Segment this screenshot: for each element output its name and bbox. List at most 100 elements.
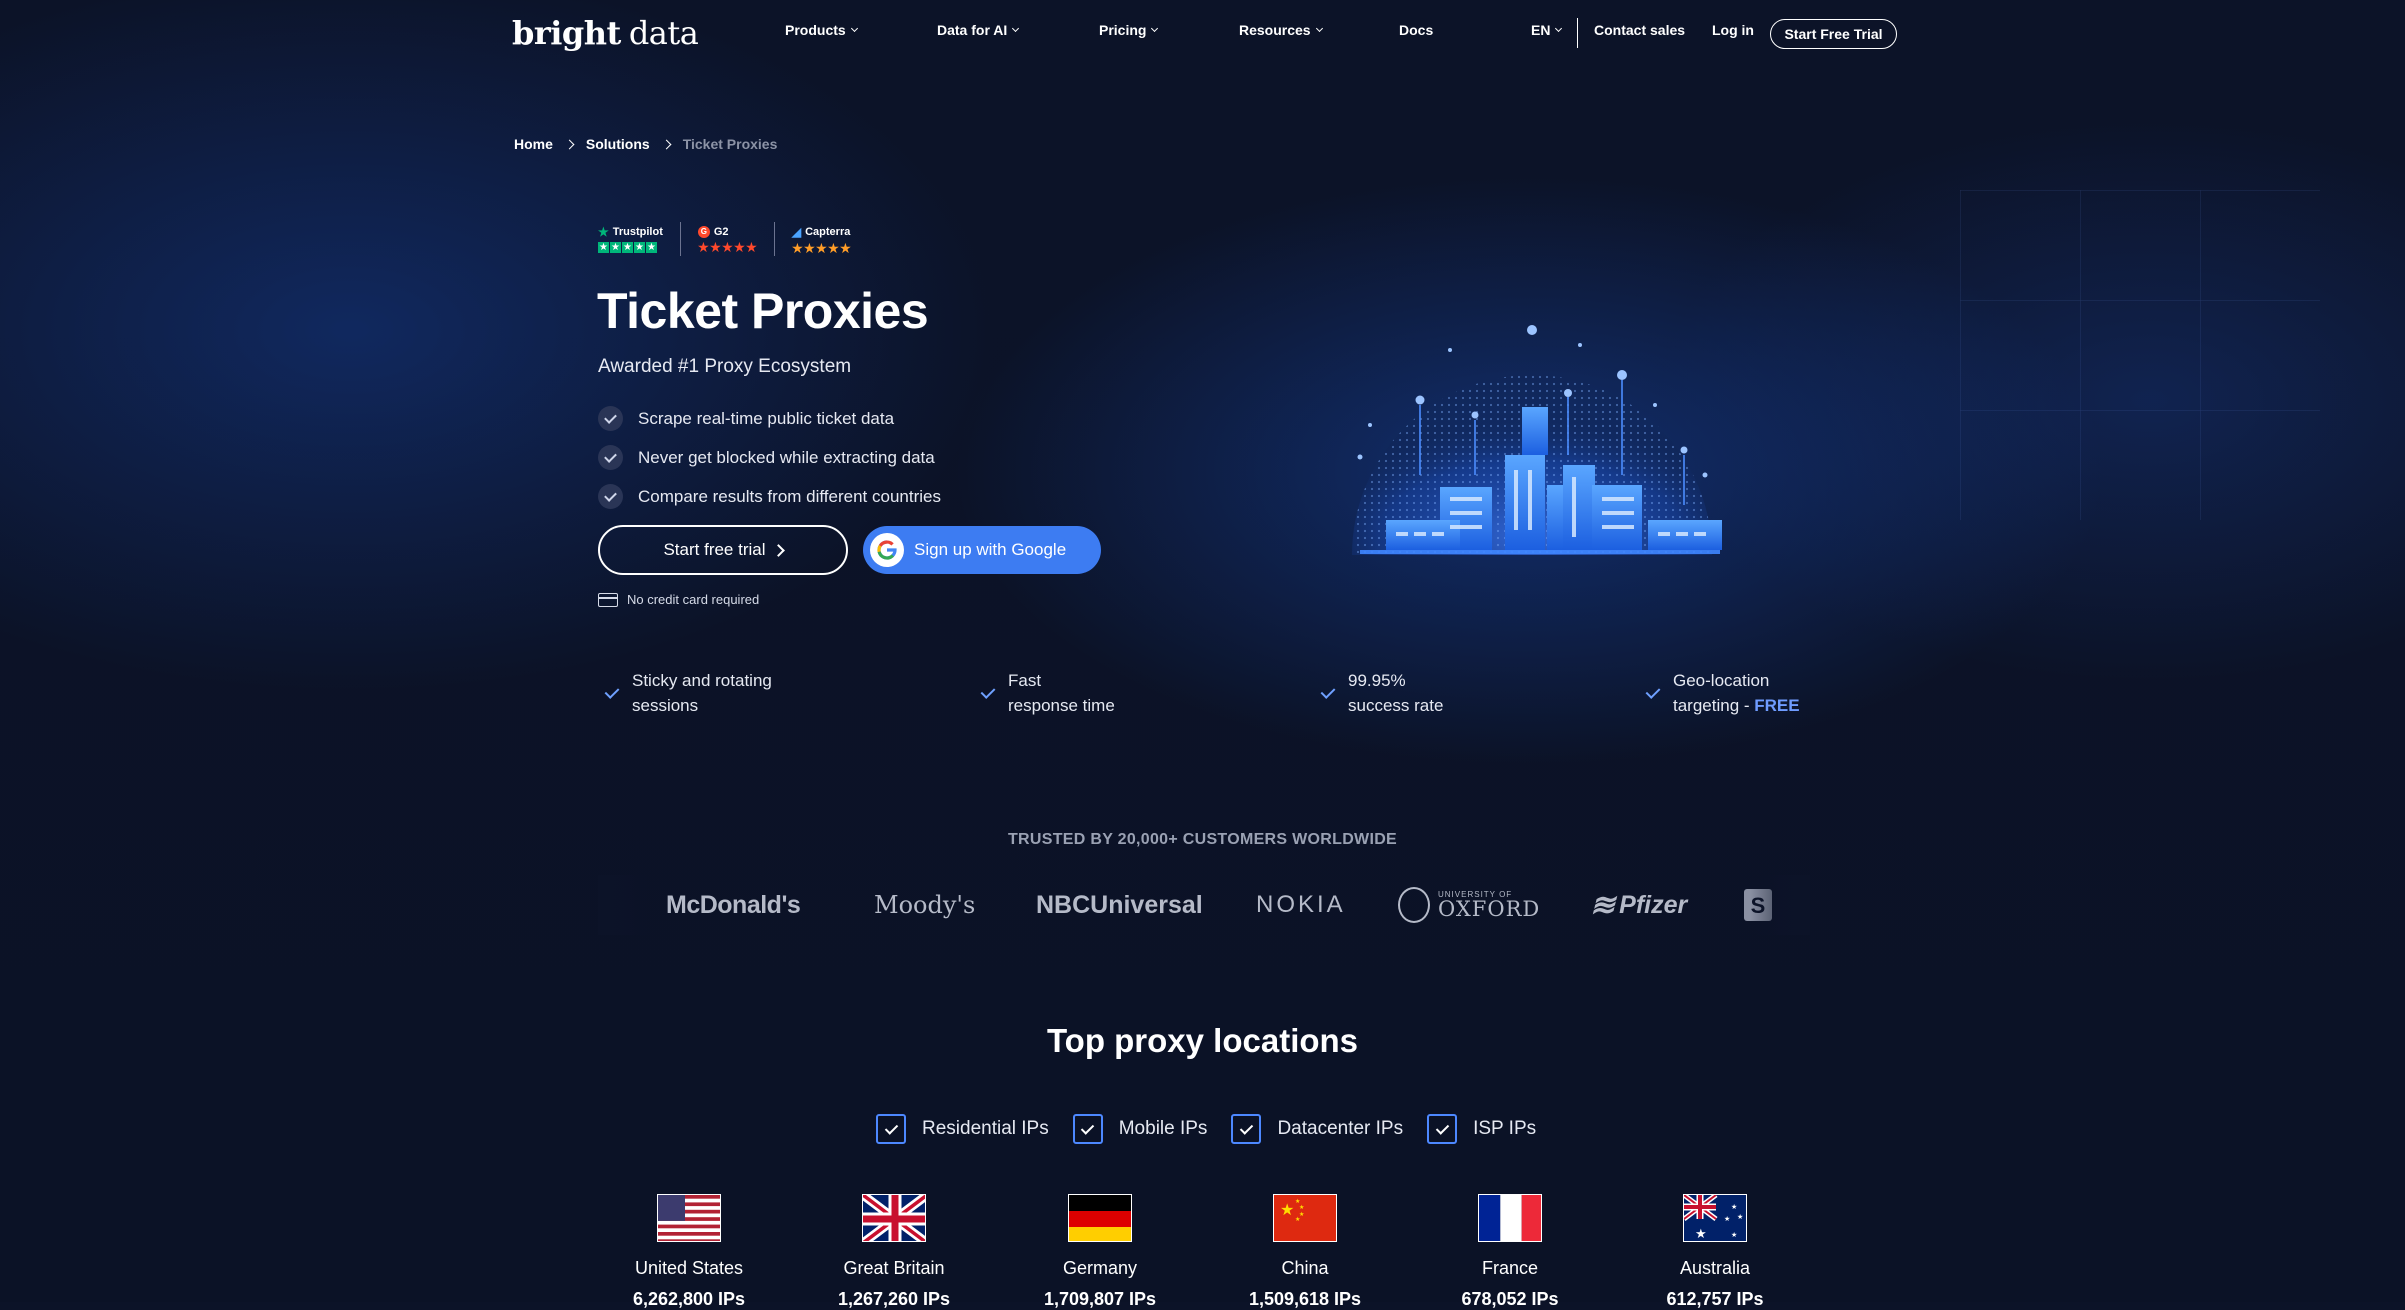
oxford-crest-icon xyxy=(1398,887,1430,923)
login-link[interactable]: Log in xyxy=(1712,22,1754,38)
benefit-item: 99.95% success rate xyxy=(1320,668,1444,718)
benefit-item: Sticky and rotating sessions xyxy=(604,668,772,718)
benefit-line1: Geo-location xyxy=(1673,671,1770,690)
contact-sales-link[interactable]: Contact sales xyxy=(1594,22,1685,38)
feature-item: Compare results from different countries xyxy=(598,477,941,516)
filter-mobile[interactable]: Mobile IPs xyxy=(1072,1114,1208,1144)
grid-decoration xyxy=(1960,190,2320,520)
svg-text:★: ★ xyxy=(1695,1227,1707,1242)
svg-text:★: ★ xyxy=(1731,1203,1737,1211)
country-card-gb[interactable]: Great Britain 1,267,260 IPs xyxy=(814,1194,974,1310)
top-locations-heading: Top proxy locations xyxy=(1046,1022,1359,1059)
start-free-trial-button[interactable]: Start Free Trial xyxy=(1770,19,1897,49)
no-card-text: No credit card required xyxy=(627,592,760,607)
svg-text:★: ★ xyxy=(1295,1216,1300,1223)
trustpilot-star-icon: ★ xyxy=(598,225,609,239)
capterra-stars: ★ ★ ★ ★ ★ xyxy=(791,239,852,256)
country-card-de[interactable]: Germany 1,709,807 IPs xyxy=(1020,1194,1180,1310)
nbcuniversal-logo: NBCUniversal xyxy=(1036,890,1203,919)
nav-data-for-ai[interactable]: Data for AI xyxy=(937,22,1020,38)
capterra-logo-icon: ◢ xyxy=(791,225,802,239)
nav-resources[interactable]: Resources xyxy=(1239,22,1323,38)
country-name: United States xyxy=(634,1258,744,1278)
logo-fade-right xyxy=(1750,875,1810,935)
filter-label: Mobile IPs xyxy=(1118,1118,1208,1139)
page-title: Ticket Proxies xyxy=(597,283,929,339)
chevron-down-icon xyxy=(1315,24,1323,32)
checkbox-checked-icon[interactable] xyxy=(876,1114,906,1144)
checkbox-checked-icon[interactable] xyxy=(1072,1114,1103,1144)
svg-text:★: ★ xyxy=(1737,1213,1743,1221)
language-selector[interactable]: EN xyxy=(1531,22,1563,38)
g2-rating[interactable]: G G2 ★ ★ ★ ★ ★ xyxy=(697,226,758,255)
filter-datacenter[interactable]: Datacenter IPs xyxy=(1231,1114,1403,1144)
filter-label: Datacenter IPs xyxy=(1277,1118,1404,1139)
chevron-down-icon xyxy=(850,24,858,32)
nav-resources-label: Resources xyxy=(1239,22,1311,38)
checkbox-checked-icon[interactable] xyxy=(1231,1114,1262,1144)
country-card-au[interactable]: ★ ★ ★ ★ ★ Australia 612,757 IPs xyxy=(1635,1194,1795,1310)
google-signup-label: Sign up with Google xyxy=(914,540,1067,559)
breadcrumb-current: Ticket Proxies xyxy=(682,136,778,152)
oxford-name: OXFORD xyxy=(1438,896,1541,921)
customer-logo-strip: McDonald's Moody's NBCUniversal NOKIA UN… xyxy=(598,880,1810,930)
benefit-line1: 99.95% xyxy=(1348,671,1406,690)
filter-residential[interactable]: Residential IPs xyxy=(876,1114,1049,1144)
country-card-cn[interactable]: ★ ★ ★ ★ ★ China 1,509,618 IPs xyxy=(1225,1194,1385,1310)
g2-stars: ★ ★ ★ ★ ★ xyxy=(697,238,758,255)
benefit-line2: success rate xyxy=(1348,696,1444,715)
checkbox-checked-icon[interactable] xyxy=(1427,1114,1458,1144)
country-ip-count: 1,709,807 IPs xyxy=(1043,1289,1157,1309)
nav-pricing[interactable]: Pricing xyxy=(1099,22,1159,38)
google-icon xyxy=(870,533,904,567)
country-ip-count: 612,757 IPs xyxy=(1666,1289,1764,1309)
filter-label: Residential IPs xyxy=(922,1118,1049,1139)
nav-docs-label: Docs xyxy=(1399,22,1434,38)
svg-text:★: ★ xyxy=(1731,1231,1737,1239)
country-card-fr[interactable]: France 678,052 IPs xyxy=(1430,1194,1590,1310)
hero-subtitle: Awarded #1 Proxy Ecosystem xyxy=(598,356,852,377)
no-credit-card-note: No credit card required xyxy=(598,592,759,607)
benefit-item: Fast response time xyxy=(980,668,1115,718)
check-circle-icon xyxy=(598,484,623,509)
country-ip-count: 1,509,618 IPs xyxy=(1248,1289,1362,1309)
rating-divider xyxy=(679,222,681,256)
nav-docs[interactable]: Docs xyxy=(1399,22,1433,38)
feature-text: Compare results from different countries xyxy=(638,486,941,506)
chevron-right-icon xyxy=(564,139,575,149)
sign-up-google-button[interactable]: Sign up with Google xyxy=(863,526,1101,574)
country-ip-count: 1,267,260 IPs xyxy=(837,1289,951,1309)
trustpilot-stars: ★ ★ ★ ★ ★ xyxy=(598,241,657,253)
nav-products[interactable]: Products xyxy=(785,22,858,38)
benefit-line1: Fast xyxy=(1008,671,1042,690)
country-card-us[interactable]: United States 6,262,800 IPs xyxy=(609,1194,769,1310)
chevron-down-icon xyxy=(1151,24,1159,32)
capterra-label: Capterra xyxy=(805,226,851,238)
country-name: Australia xyxy=(1679,1258,1751,1278)
ip-type-filters: Residential IPs Mobile IPs Datacenter IP… xyxy=(876,1114,1536,1144)
svg-text:★: ★ xyxy=(1299,1204,1304,1211)
cn-flag-icon: ★ ★ ★ ★ ★ xyxy=(1273,1194,1337,1242)
credit-card-icon xyxy=(598,592,618,607)
free-badge: FREE xyxy=(1754,696,1800,715)
start-free-trial-cta[interactable]: Start free trial xyxy=(598,525,848,575)
benefit-item: Geo-location targeting - FREE xyxy=(1645,668,1800,718)
cta-trial-label: Start free trial xyxy=(663,540,766,559)
trustpilot-label: Trustpilot xyxy=(612,226,663,238)
us-flag-icon xyxy=(657,1194,721,1242)
mcdonalds-logo: McDonald's xyxy=(666,890,801,919)
chevron-down-icon xyxy=(1555,24,1563,32)
trustpilot-rating[interactable]: ★ Trustpilot ★ ★ ★ ★ ★ xyxy=(598,225,663,253)
pfizer-mark-icon: ≋ xyxy=(1590,888,1616,922)
filter-isp[interactable]: ISP IPs xyxy=(1427,1114,1536,1144)
language-label: EN xyxy=(1531,22,1551,38)
gb-flag-icon xyxy=(862,1194,926,1242)
country-name: France xyxy=(1481,1258,1539,1278)
capterra-rating[interactable]: ◢ Capterra ★ ★ ★ ★ ★ xyxy=(791,225,852,256)
breadcrumb-home[interactable]: Home xyxy=(514,136,553,152)
country-name: China xyxy=(1281,1258,1329,1278)
breadcrumb-solutions[interactable]: Solutions xyxy=(586,136,650,152)
country-ip-count: 6,262,800 IPs xyxy=(632,1289,746,1309)
benefit-line2: sessions xyxy=(632,696,699,715)
svg-text:★: ★ xyxy=(1724,1215,1730,1223)
